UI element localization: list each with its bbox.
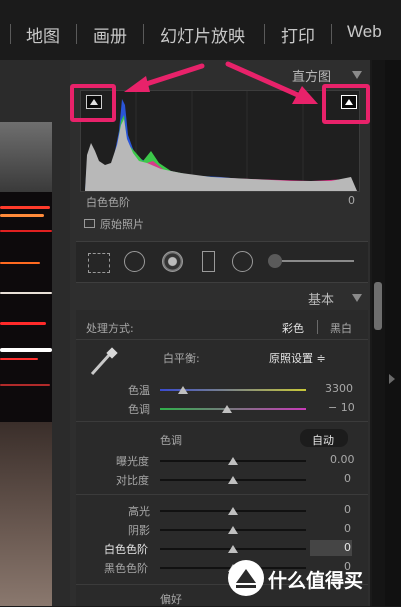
tone-label: 色调 [160, 434, 182, 447]
nav-separator [331, 24, 332, 44]
highlights-label: 高光 [128, 505, 150, 518]
photo-thumbnail[interactable] [0, 122, 52, 606]
treatment-label: 处理方式: [86, 322, 134, 335]
white-balance-dropdown[interactable]: 原照设置 ≑ [269, 350, 326, 366]
light-streak [0, 348, 52, 352]
shadows-value[interactable]: 0 [344, 522, 351, 535]
light-streak [0, 206, 50, 209]
temp-value[interactable]: 3300 [325, 382, 353, 395]
histogram-info-label: 白色色阶 [86, 196, 130, 209]
photo-sky [0, 122, 52, 192]
light-streak [0, 262, 40, 264]
highlights-value[interactable]: 0 [344, 503, 351, 516]
scrollbar-thumb[interactable] [374, 282, 382, 330]
section-divider [76, 421, 368, 422]
nav-slideshow[interactable]: 幻灯片放映 [160, 22, 245, 47]
watermark-text: 什么值得买 [268, 570, 364, 592]
right-edge [385, 60, 401, 606]
brush-size-line [282, 260, 354, 262]
nav-separator [264, 24, 265, 44]
original-photo-label[interactable]: 原始照片 [100, 216, 144, 232]
exposure-value[interactable]: 0.00 [330, 453, 355, 466]
watermark-logo-mark [236, 569, 256, 583]
light-streak [0, 358, 38, 360]
nav-web[interactable]: Web [347, 22, 382, 42]
nav-separator [10, 24, 11, 44]
road-surface [0, 422, 52, 606]
tint-label: 色调 [128, 403, 150, 416]
shadows-label: 阴影 [128, 524, 150, 537]
panel-scrollbar[interactable] [372, 60, 385, 606]
whites-value[interactable]: 0 [344, 541, 351, 554]
radial-filter-icon[interactable] [232, 251, 253, 272]
white-balance-eyedropper-icon[interactable] [86, 346, 120, 380]
module-bar: 地图 画册 幻灯片放映 打印 Web [0, 0, 401, 60]
adjustment-brush-icon[interactable] [268, 254, 282, 268]
tint-value[interactable]: − 10 [328, 401, 355, 414]
treatment-color-button[interactable]: 彩色 [282, 320, 304, 336]
light-streak [0, 292, 52, 294]
light-streak [0, 230, 52, 232]
exposure-slider-thumb[interactable] [228, 457, 238, 465]
watermark-logo-icon [228, 560, 264, 596]
light-streak [0, 384, 50, 386]
tint-slider[interactable] [160, 408, 306, 410]
collapse-triangle-icon[interactable] [352, 71, 362, 79]
callout-arrows [124, 61, 318, 104]
watermark-logo-bar [236, 585, 256, 588]
section-divider [76, 494, 368, 495]
whites-slider-thumb[interactable] [228, 545, 238, 553]
section-divider [76, 339, 368, 340]
temp-slider-thumb[interactable] [178, 386, 189, 394]
red-eye-icon[interactable] [162, 251, 183, 272]
exposure-label: 曝光度 [116, 455, 149, 468]
expand-right-icon[interactable] [389, 374, 395, 384]
treatment-bw-button[interactable]: 黑白 [330, 320, 352, 336]
contrast-value[interactable]: 0 [344, 472, 351, 485]
contrast-label: 对比度 [116, 474, 149, 487]
auto-tone-label[interactable]: 自动 [312, 432, 334, 448]
nav-book[interactable]: 画册 [93, 22, 127, 47]
nav-separator [143, 24, 144, 44]
white-balance-label: 白平衡: [163, 352, 200, 365]
histogram-info-value: 0 [348, 194, 355, 207]
whites-label: 白色色阶 [104, 543, 148, 556]
graduated-filter-icon[interactable] [202, 251, 215, 272]
collapse-triangle-icon[interactable] [352, 294, 362, 302]
basic-title: 基本 [308, 293, 335, 308]
treatment-separator [317, 320, 318, 334]
light-streak [0, 214, 44, 217]
blacks-label: 黑色色阶 [104, 562, 148, 575]
spot-removal-icon[interactable] [124, 251, 145, 272]
contrast-slider-thumb[interactable] [228, 476, 238, 484]
highlights-slider-thumb[interactable] [228, 507, 238, 515]
tint-slider-thumb[interactable] [222, 405, 233, 413]
temp-label: 色温 [128, 384, 150, 397]
nav-map[interactable]: 地图 [26, 22, 60, 47]
shadows-slider-thumb[interactable] [228, 526, 238, 534]
nav-print[interactable]: 打印 [281, 22, 315, 47]
original-photo-checkbox[interactable] [84, 219, 95, 228]
nav-separator [76, 24, 77, 44]
presence-label: 偏好 [160, 593, 182, 606]
crop-tool-icon[interactable] [88, 253, 110, 273]
tool-strip [76, 241, 368, 283]
light-streak [0, 322, 46, 325]
